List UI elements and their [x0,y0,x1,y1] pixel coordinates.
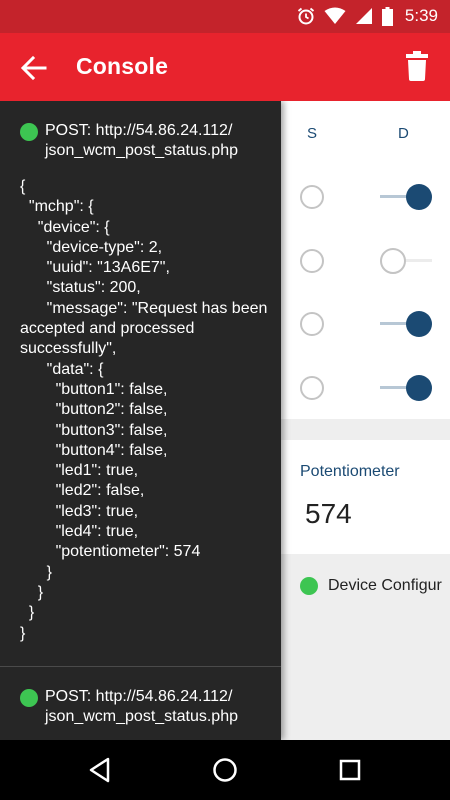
device-config-label: Device Configur [328,577,442,594]
clear-console-button[interactable] [404,51,430,81]
led2-switch[interactable] [380,248,432,274]
app-bar: Console [0,33,450,101]
entry-divider [0,666,281,667]
nav-recents-button[interactable] [336,756,364,784]
entry-json: { "mchp": { "device": { "device-type": 2… [20,178,268,642]
status-icons: 5:39 [297,6,438,26]
arrow-left-icon [20,55,47,81]
button4-radio[interactable] [300,376,324,400]
column-header-d: D [398,125,409,142]
page-title: Console [76,53,169,79]
button2-radio[interactable] [300,249,324,273]
potentiometer-title: Potentiometer [300,463,400,480]
status-dot [300,577,318,595]
led4-switch[interactable] [380,375,432,401]
nav-home-button[interactable] [211,756,239,784]
button3-radio[interactable] [300,312,324,336]
alarm-icon [297,7,314,25]
back-button[interactable] [18,52,50,84]
status-time: 5:39 [404,6,438,25]
success-dot [20,123,38,141]
nav-bar [0,740,450,800]
potentiometer-card: Potentiometer 574 [281,440,450,554]
button1-radio[interactable] [300,185,324,209]
controls-card: S D [281,101,450,419]
console-drawer[interactable]: POST: http://54.86.24.112/ json_wcm_post… [0,101,281,740]
home-circle-icon [213,758,237,782]
nav-back-button[interactable] [86,756,114,784]
trash-icon [406,51,428,81]
status-bar: 5:39 [0,0,450,33]
success-dot [20,689,38,707]
recents-square-icon [339,759,361,781]
potentiometer-value: 574 [305,498,352,529]
entry-url: POST: http://54.86.24.112/ json_wcm_post… [45,688,238,725]
column-header-s: S [307,125,318,142]
content-area: S D Potentiometer 574 Device Configur PO… [0,101,450,740]
back-triangle-icon [89,757,110,783]
led1-switch[interactable] [380,184,432,210]
entry-url: POST: http://54.86.24.112/ json_wcm_post… [45,122,238,159]
signal-icon [355,8,372,24]
wifi-icon [324,7,346,24]
device-config-row[interactable]: Device Configur [281,571,450,601]
battery-icon [381,6,393,26]
led3-switch[interactable] [380,311,432,337]
